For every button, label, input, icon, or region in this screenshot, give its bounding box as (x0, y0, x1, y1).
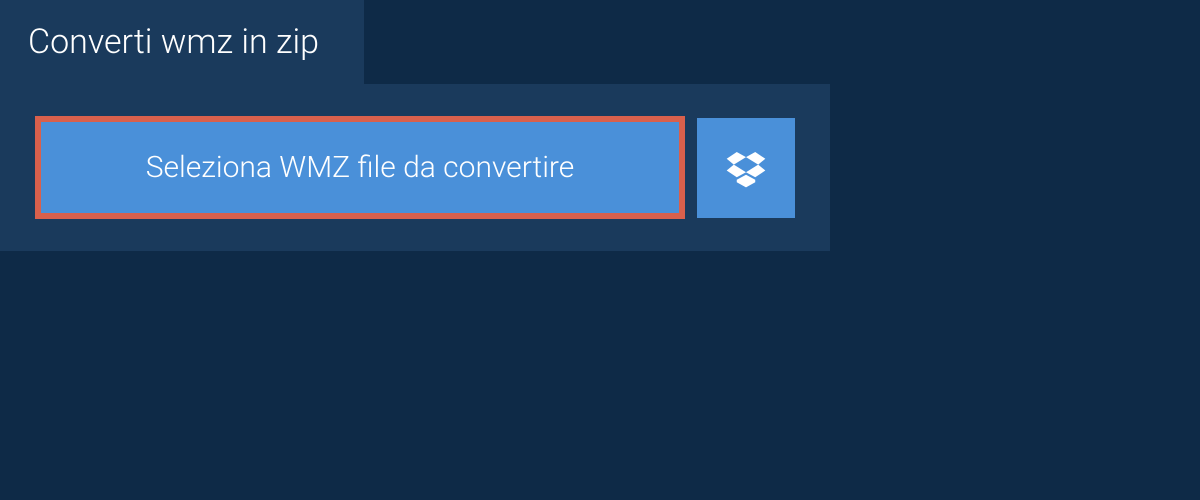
tab-convert[interactable]: Converti wmz in zip (0, 0, 364, 84)
select-file-label: Seleziona WMZ file da convertire (146, 150, 575, 185)
select-file-button[interactable]: Seleziona WMZ file da convertire (35, 116, 685, 219)
dropbox-button[interactable] (697, 118, 795, 218)
tab-label: Converti wmz in zip (28, 22, 319, 62)
upload-panel: Seleziona WMZ file da convertire (0, 84, 830, 251)
dropbox-icon (725, 147, 767, 189)
tab-container: Converti wmz in zip (0, 0, 364, 84)
